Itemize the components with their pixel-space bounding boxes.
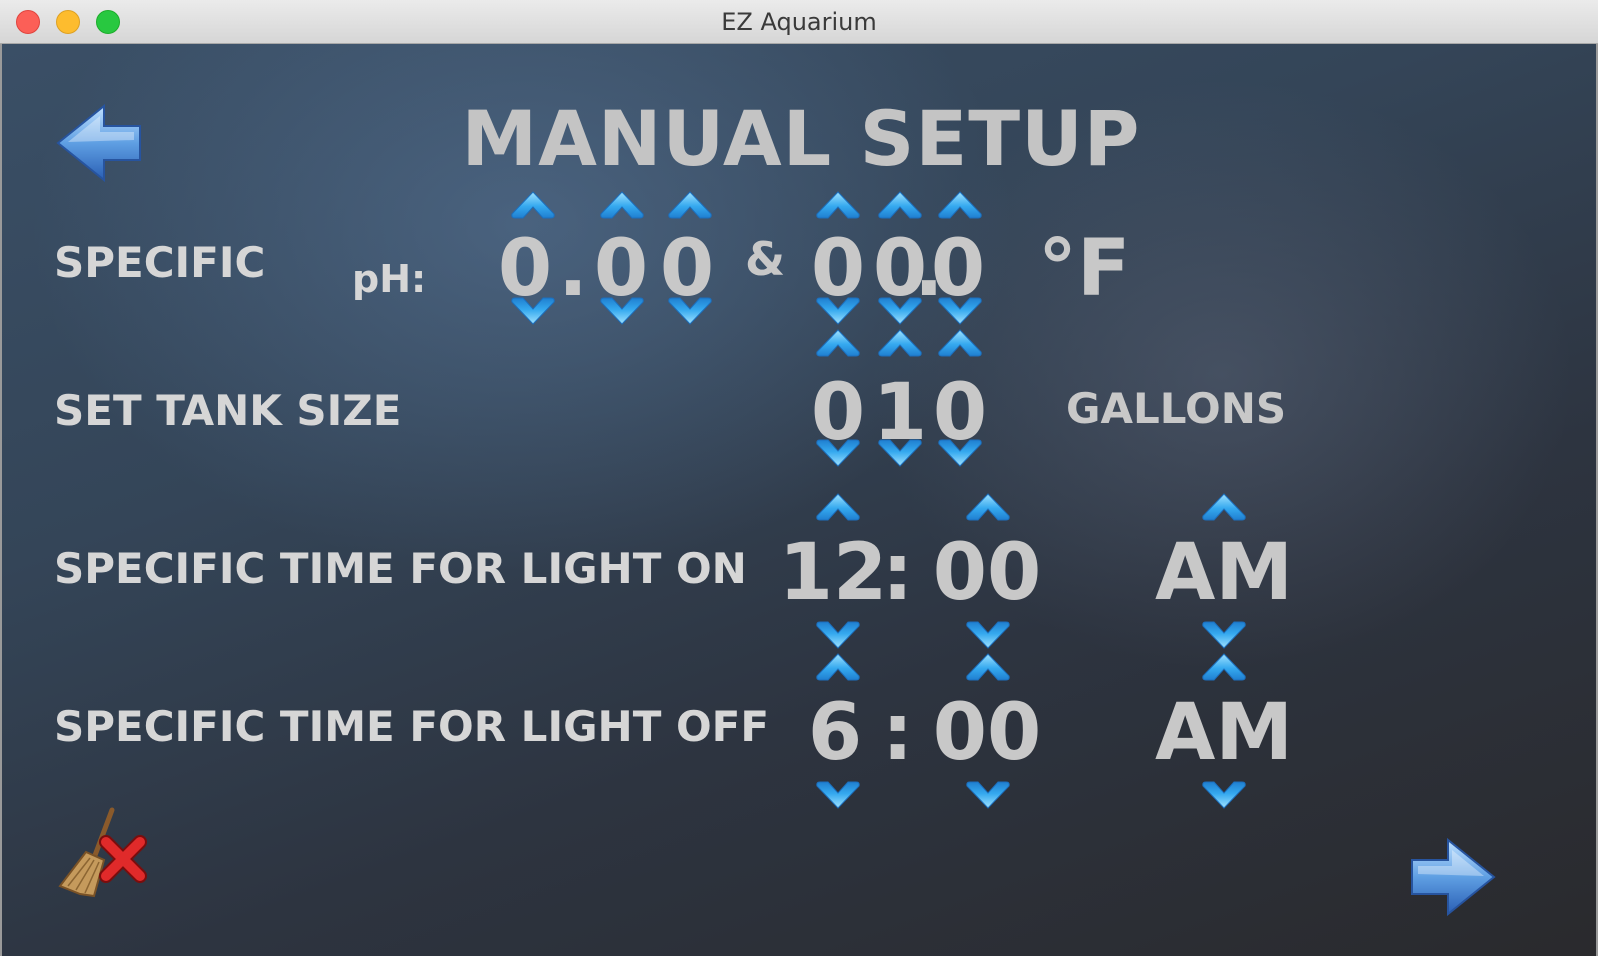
- triangle-down-icon: [965, 620, 1011, 650]
- ampersand-separator: &: [745, 232, 786, 286]
- triangle-up-icon: [815, 492, 861, 522]
- light-off-hour-up-button[interactable]: [815, 652, 861, 682]
- ph-digit-2-up-button[interactable]: [599, 190, 645, 220]
- light-off-label: SPECIFIC TIME FOR LIGHT OFF: [54, 702, 770, 751]
- temp-digit-1-up-button[interactable]: [815, 190, 861, 220]
- page-title: MANUAL SETUP: [461, 94, 1141, 183]
- tank-digit-3-up-button[interactable]: [937, 328, 983, 358]
- triangle-up-icon: [937, 190, 983, 220]
- triangle-up-icon: [877, 190, 923, 220]
- tank-digit-2-up-button[interactable]: [877, 328, 923, 358]
- triangle-down-icon: [965, 780, 1011, 810]
- tank-digit-2-down-button[interactable]: [877, 438, 923, 468]
- window-title: EZ Aquarium: [721, 8, 877, 36]
- triangle-down-icon: [877, 296, 923, 326]
- next-button[interactable]: [1406, 836, 1498, 918]
- title-bar: EZ Aquarium: [0, 0, 1598, 44]
- gallons-unit: GALLONS: [1066, 384, 1287, 433]
- light-off-period-down-button[interactable]: [1201, 780, 1247, 810]
- triangle-up-icon: [965, 492, 1011, 522]
- light-off-colon: :: [882, 688, 914, 778]
- app-window: EZ Aquarium MANUAL SETUP SPECIFIC pH: 0 …: [0, 0, 1598, 956]
- light-on-hour-up-button[interactable]: [815, 492, 861, 522]
- triangle-down-icon: [1201, 620, 1247, 650]
- temp-digit-1-down-button[interactable]: [815, 296, 861, 326]
- triangle-down-icon: [510, 296, 556, 326]
- triangle-up-icon: [1201, 492, 1247, 522]
- ph-digit-3-down-button[interactable]: [667, 296, 713, 326]
- broom-clear-icon: [58, 807, 147, 898]
- light-on-hour-down-button[interactable]: [815, 620, 861, 650]
- tank-digit-1-down-button[interactable]: [815, 438, 861, 468]
- triangle-up-icon: [1201, 652, 1247, 682]
- triangle-up-icon: [510, 190, 556, 220]
- ph-digit-1-up-button[interactable]: [510, 190, 556, 220]
- triangle-up-icon: [965, 652, 1011, 682]
- ph-digit-3-up-button[interactable]: [667, 190, 713, 220]
- light-on-hour: 12: [778, 528, 888, 618]
- triangle-up-icon: [815, 328, 861, 358]
- clear-button[interactable]: [54, 806, 154, 902]
- specific-label: SPECIFIC: [54, 238, 266, 287]
- triangle-down-icon: [815, 438, 861, 468]
- main-panel: MANUAL SETUP SPECIFIC pH: 0 . 0 0 & 0 0 …: [0, 44, 1598, 956]
- light-on-colon: :: [882, 528, 914, 618]
- temp-digit-3-down-button[interactable]: [937, 296, 983, 326]
- light-on-period: AM: [1155, 528, 1293, 618]
- tank-digit-1-up-button[interactable]: [815, 328, 861, 358]
- light-on-period-up-button[interactable]: [1201, 492, 1247, 522]
- triangle-up-icon: [599, 190, 645, 220]
- right-arrow-icon: [1411, 837, 1496, 917]
- light-on-minute-down-button[interactable]: [965, 620, 1011, 650]
- triangle-up-icon: [877, 328, 923, 358]
- triangle-down-icon: [1201, 780, 1247, 810]
- temp-digit-2-up-button[interactable]: [877, 190, 923, 220]
- tank-size-label: SET TANK SIZE: [54, 386, 402, 435]
- light-off-period: AM: [1155, 688, 1293, 778]
- light-on-period-down-button[interactable]: [1201, 620, 1247, 650]
- temperature-unit: °F: [1038, 224, 1131, 314]
- ph-digit-2-down-button[interactable]: [599, 296, 645, 326]
- ph-label: pH:: [352, 257, 427, 301]
- ph-decimal-point: .: [558, 224, 588, 314]
- tank-digit-3-down-button[interactable]: [937, 438, 983, 468]
- triangle-down-icon: [877, 438, 923, 468]
- triangle-down-icon: [937, 296, 983, 326]
- light-off-period-up-button[interactable]: [1201, 652, 1247, 682]
- light-off-hour-down-button[interactable]: [815, 780, 861, 810]
- light-off-minute: 00: [932, 688, 1042, 778]
- ph-digit-1-down-button[interactable]: [510, 296, 556, 326]
- light-off-minute-up-button[interactable]: [965, 652, 1011, 682]
- temp-digit-2-down-button[interactable]: [877, 296, 923, 326]
- triangle-up-icon: [815, 652, 861, 682]
- light-on-label: SPECIFIC TIME FOR LIGHT ON: [54, 544, 747, 593]
- light-off-minute-down-button[interactable]: [965, 780, 1011, 810]
- triangle-down-icon: [599, 296, 645, 326]
- triangle-down-icon: [667, 296, 713, 326]
- triangle-down-icon: [937, 438, 983, 468]
- triangle-up-icon: [667, 190, 713, 220]
- triangle-down-icon: [815, 620, 861, 650]
- triangle-up-icon: [937, 328, 983, 358]
- light-on-minute: 00: [932, 528, 1042, 618]
- light-off-hour: 6: [807, 688, 863, 778]
- triangle-up-icon: [815, 190, 861, 220]
- triangle-down-icon: [815, 780, 861, 810]
- triangle-down-icon: [815, 296, 861, 326]
- light-on-minute-up-button[interactable]: [965, 492, 1011, 522]
- temp-digit-3-up-button[interactable]: [937, 190, 983, 220]
